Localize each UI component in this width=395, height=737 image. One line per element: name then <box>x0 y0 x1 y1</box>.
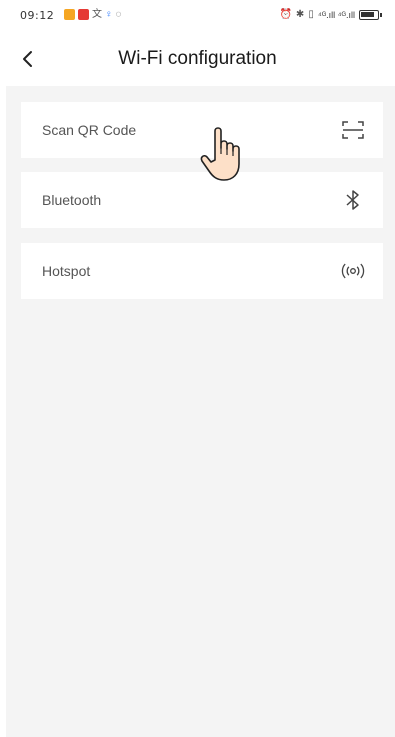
option-hotspot[interactable]: Hotspot <box>21 243 383 299</box>
option-label: Bluetooth <box>42 192 102 208</box>
app-notification-icon <box>78 9 89 20</box>
options-container: Scan QR Code Bluetooth Hotspot <box>6 86 395 737</box>
option-bluetooth[interactable]: Bluetooth <box>21 172 383 228</box>
status-bar: 09:12 文 ♀ ◌ ⏰ ✱ ▯ ⁴ᴳ.ıll ⁴ᴳ.ıll <box>0 0 395 32</box>
vibrate-icon: ▯ <box>308 9 314 20</box>
system-status-icons: ⏰ ✱ ▯ ⁴ᴳ.ıll ⁴ᴳ.ıll <box>279 9 382 20</box>
battery-icon <box>359 9 382 20</box>
option-label: Hotspot <box>42 263 91 279</box>
page-title: Wi-Fi configuration <box>118 48 277 69</box>
option-label: Scan QR Code <box>42 122 137 138</box>
sync-icon: ◌ <box>115 9 122 20</box>
bluetooth-icon <box>341 188 365 212</box>
status-time: 09:12 <box>20 9 55 22</box>
translate-icon: 文 <box>92 9 102 20</box>
header: Wi-Fi configuration <box>0 32 395 86</box>
app-notification-icon <box>64 9 75 20</box>
qr-scan-icon <box>341 118 365 142</box>
app-notification-icon: ♀ <box>105 9 113 20</box>
hotspot-icon <box>341 259 365 283</box>
option-scan-qr-code[interactable]: Scan QR Code <box>21 102 383 158</box>
alarm-icon: ⏰ <box>279 9 292 20</box>
notification-icons: 文 ♀ ◌ <box>64 9 121 20</box>
bluetooth-status-icon: ✱ <box>295 9 305 20</box>
signal-icon: ⁴ᴳ.ıll ⁴ᴳ.ıll <box>317 9 355 20</box>
